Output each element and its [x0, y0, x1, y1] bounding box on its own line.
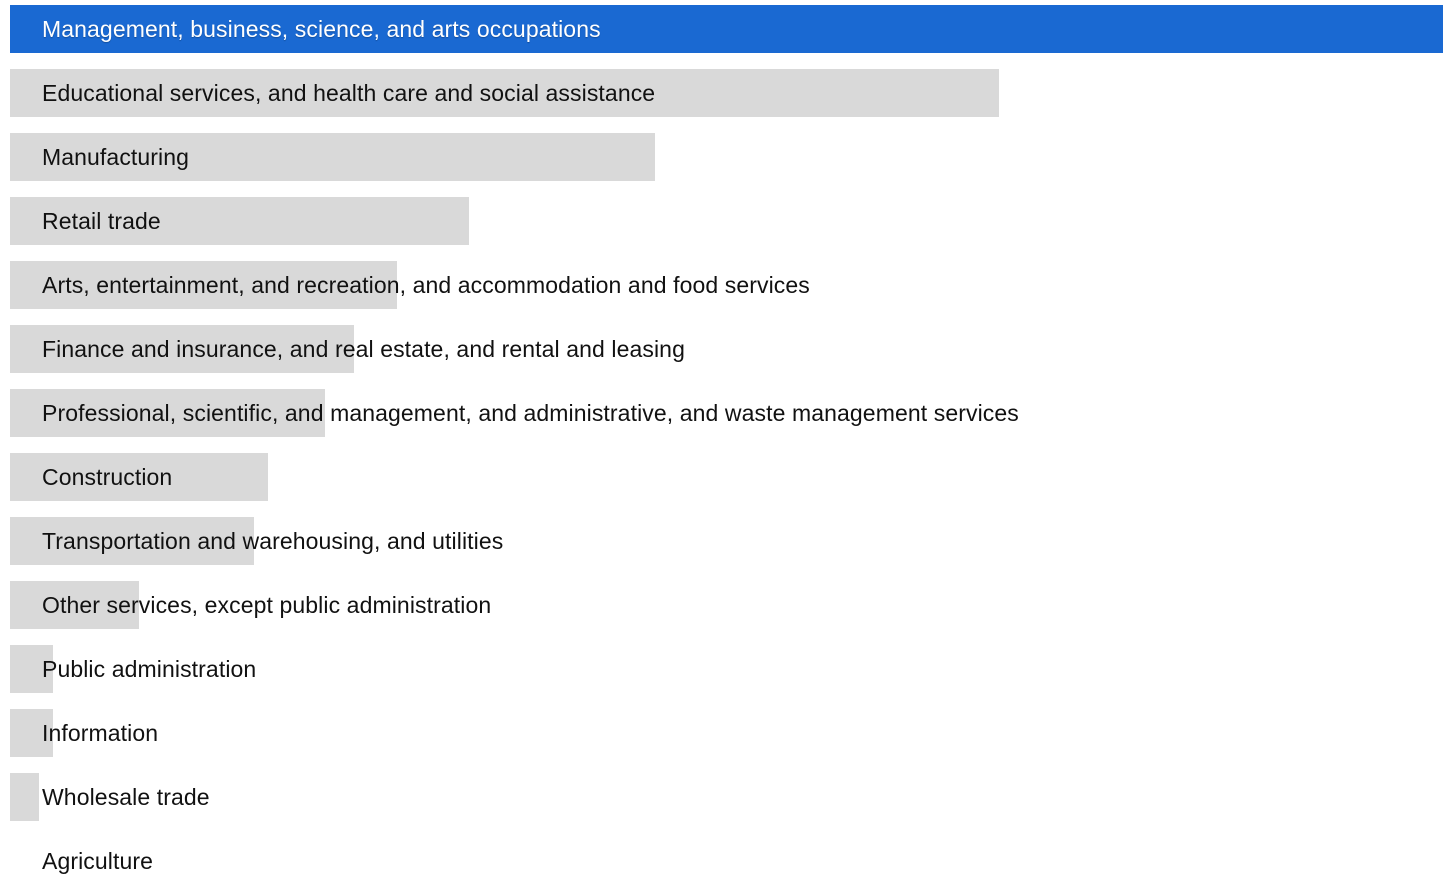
chart-row[interactable]: Manufacturing — [10, 133, 1443, 181]
chart-category-label: Professional, scientific, and management… — [42, 400, 1019, 426]
chart-category-label: Information — [42, 720, 159, 746]
chart-category-label: Management, business, science, and arts … — [42, 16, 601, 42]
chart-row[interactable]: Transportation and warehousing, and util… — [10, 517, 1443, 565]
chart-row[interactable]: Agriculture — [10, 837, 1443, 885]
chart-category-label: Agriculture — [42, 848, 154, 874]
chart-row[interactable]: Educational services, and health care an… — [10, 69, 1443, 117]
chart-category-label: Transportation and warehousing, and util… — [42, 528, 504, 554]
chart-bar — [10, 773, 39, 821]
chart-row[interactable]: Information — [10, 709, 1443, 757]
chart-category-label: Arts, entertainment, and recreation, and… — [42, 272, 810, 298]
bar-chart: Management, business, science, and arts … — [10, 5, 1443, 879]
chart-category-label: Other services, except public administra… — [42, 592, 492, 618]
chart-category-label: Manufacturing — [42, 144, 190, 170]
chart-row[interactable]: Finance and insurance, and real estate, … — [10, 325, 1443, 373]
chart-row[interactable]: Professional, scientific, and management… — [10, 389, 1443, 437]
chart-row[interactable]: Public administration — [10, 645, 1443, 693]
chart-row[interactable]: Wholesale trade — [10, 773, 1443, 821]
chart-row[interactable]: Other services, except public administra… — [10, 581, 1443, 629]
chart-category-label: Finance and insurance, and real estate, … — [42, 336, 685, 362]
chart-category-label: Wholesale trade — [42, 784, 210, 810]
chart-category-label: Construction — [42, 464, 173, 490]
chart-category-label: Public administration — [42, 656, 257, 682]
chart-row[interactable]: Arts, entertainment, and recreation, and… — [10, 261, 1443, 309]
chart-row[interactable]: Construction — [10, 453, 1443, 501]
chart-category-label: Educational services, and health care an… — [42, 80, 656, 106]
chart-category-label: Retail trade — [42, 208, 161, 234]
chart-row[interactable]: Retail trade — [10, 197, 1443, 245]
chart-row[interactable]: Management, business, science, and arts … — [10, 5, 1443, 53]
